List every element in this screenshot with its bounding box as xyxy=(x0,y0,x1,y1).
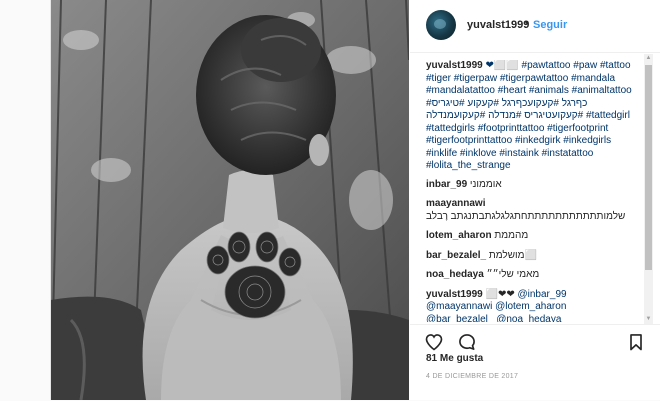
comment-username[interactable]: maayannawi xyxy=(426,198,485,209)
reply-comment: yuvalst1999 ⬜❤❤ @inbar_99 @maayannawi @l… xyxy=(426,289,644,323)
comment-text: שלמותתתתתתתתתתתחתגלגלגתבתנגתב רָבלב xyxy=(426,210,626,222)
comment-username[interactable]: bar_bezalel_ xyxy=(426,250,486,261)
author-username[interactable]: yuvalst1999 xyxy=(467,19,529,31)
comment-text: מושלמת⬜ xyxy=(488,249,537,261)
comment-item: noa_hedaya מאמי שלי״״ xyxy=(426,269,644,282)
mention-link[interactable]: @noa_hedaya xyxy=(496,314,561,323)
comment-text: ⬜❤❤ xyxy=(485,288,515,300)
tattoo-photo-illustration xyxy=(51,0,409,400)
post-caption: yuvalst1999 ❤⬜⬜ #pawtattoo #paw #tattoo … xyxy=(426,60,644,173)
comment-username[interactable]: lotem_aharon xyxy=(426,230,492,241)
comment-item: inbar_99 אוממוני xyxy=(426,179,644,192)
save-button[interactable] xyxy=(626,332,646,352)
caption-text: ❤⬜⬜ #pawtattoo #paw #tattoo #tiger #tige… xyxy=(426,60,632,171)
comments-list: yuvalst1999 ❤⬜⬜ #pawtattoo #paw #tattoo … xyxy=(426,60,644,322)
scroll-up-arrow-icon[interactable]: ▲ xyxy=(644,54,653,63)
avatar-image xyxy=(434,19,446,29)
comment-item: bar_bezalel_ מושלמת⬜ xyxy=(426,250,644,263)
comment-item: lotem_aharon מהממת xyxy=(426,230,644,243)
mention-link[interactable]: @bar_bezalel_ xyxy=(426,314,493,323)
avatar[interactable] xyxy=(426,10,456,40)
heart-icon xyxy=(425,334,443,351)
post-date[interactable]: 4 DE DICIEMBRE DE 2017 xyxy=(426,373,518,380)
comment-username[interactable]: yuvalst1999 xyxy=(426,289,483,300)
comment-username[interactable]: inbar_99 xyxy=(426,179,467,190)
post-photo[interactable] xyxy=(51,0,409,400)
comment-icon xyxy=(459,334,475,350)
mention-link[interactable]: @inbar_99 xyxy=(518,289,567,300)
post-actions: 81 Me gusta 4 DE DICIEMBRE DE 2017 xyxy=(410,324,660,401)
comments-scrollbar[interactable]: ▲ ▼ xyxy=(644,54,653,324)
comment-username[interactable]: noa_hedaya xyxy=(426,269,484,280)
likes-count[interactable]: 81 Me gusta xyxy=(426,353,483,364)
comment-text: מאמי שלי״״ xyxy=(486,269,540,280)
post-header: yuvalst1999 • Seguir xyxy=(410,0,660,53)
mention-link[interactable]: @maayannawi xyxy=(426,301,492,312)
scrollbar-thumb[interactable] xyxy=(645,65,652,270)
follow-button[interactable]: Seguir xyxy=(533,19,567,31)
mention-link[interactable]: @lotem_aharon xyxy=(495,301,566,312)
instagram-post: yuvalst1999 • Seguir yuvalst1999 ❤⬜⬜ #pa… xyxy=(50,0,660,400)
comment-button[interactable] xyxy=(457,332,477,352)
comment-text: מהממת xyxy=(494,230,529,241)
post-side-panel: yuvalst1999 • Seguir yuvalst1999 ❤⬜⬜ #pa… xyxy=(410,0,660,400)
scroll-down-arrow-icon[interactable]: ▼ xyxy=(644,315,653,324)
comment-item: maayannawi שלמותתתתתתתתתתתחתגלגלגתבתנגתב… xyxy=(426,198,644,223)
like-button[interactable] xyxy=(424,332,444,352)
bookmark-icon xyxy=(630,334,642,351)
caption-username[interactable]: yuvalst1999 xyxy=(426,60,483,71)
header-separator: • xyxy=(525,17,529,29)
comment-text: אוממוני xyxy=(469,178,502,190)
